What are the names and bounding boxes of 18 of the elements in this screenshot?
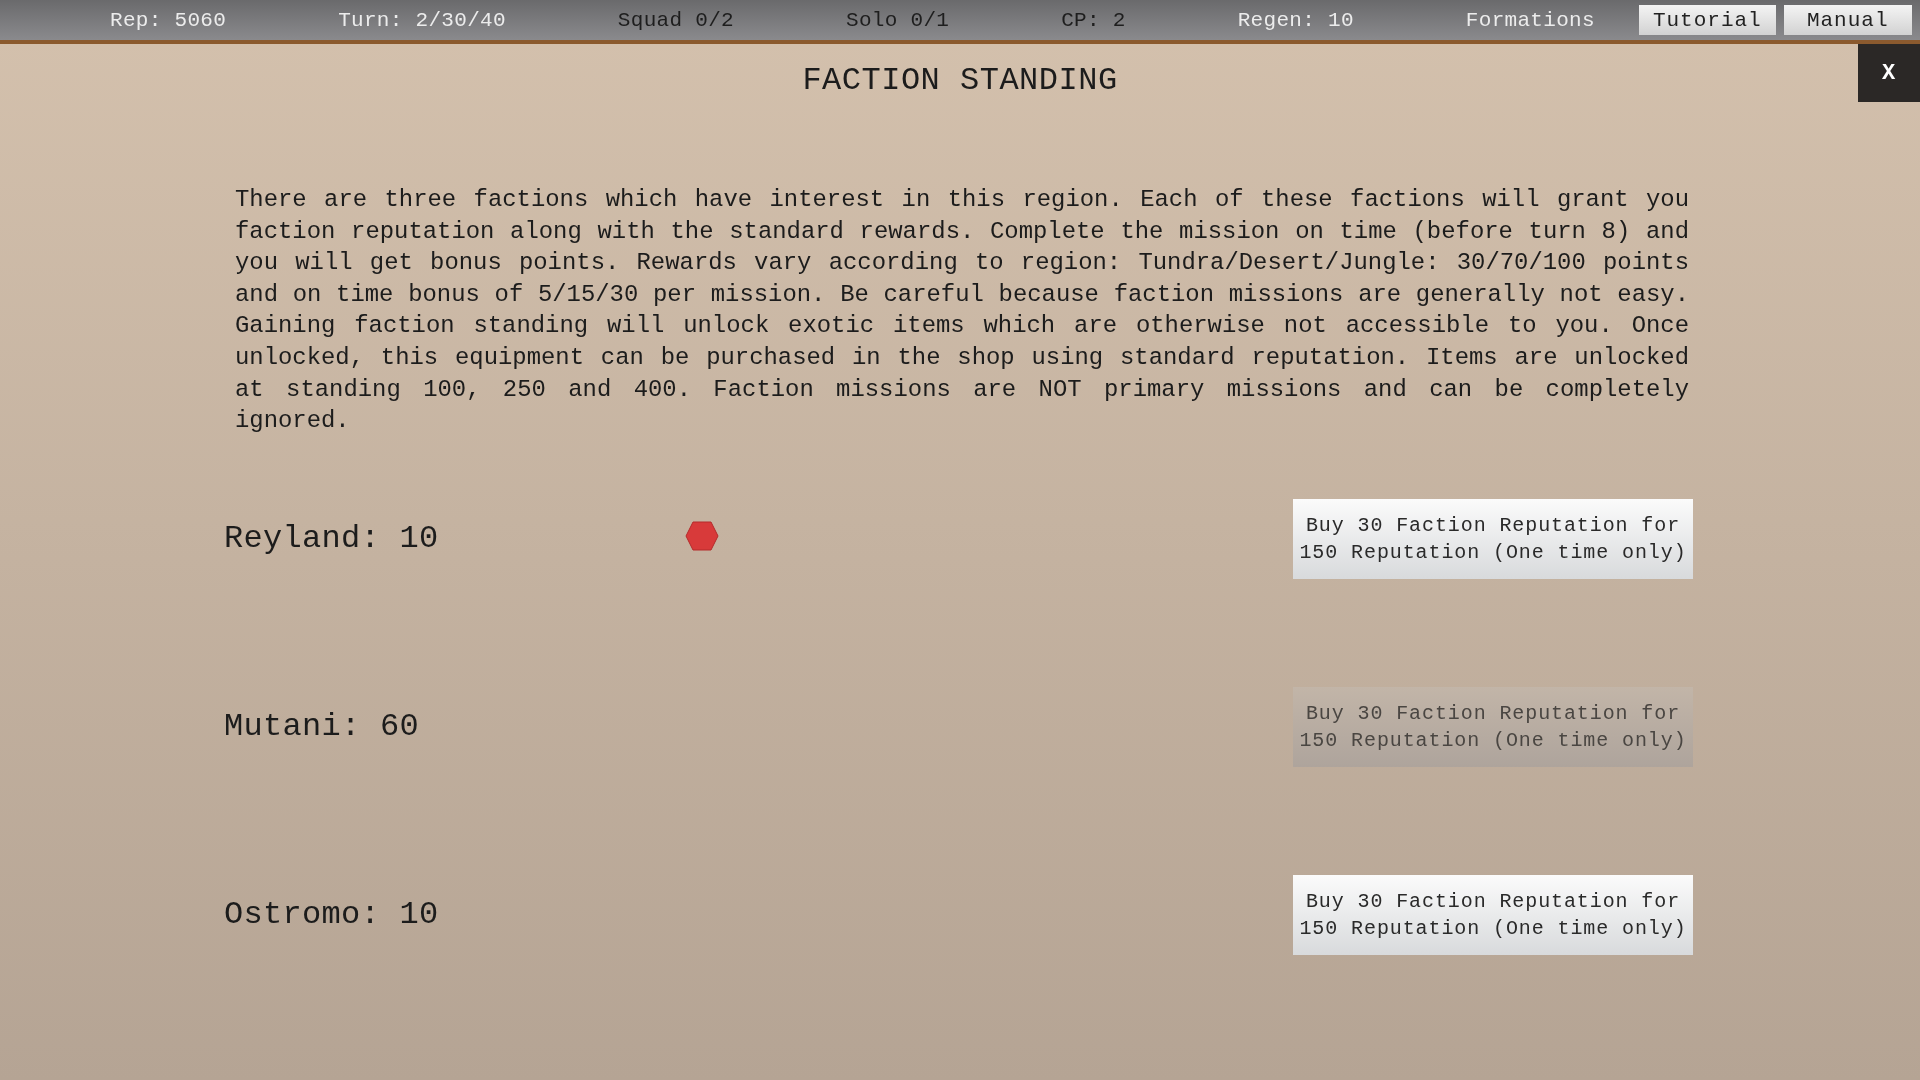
stat-label: Regen: 10 <box>1237 8 1354 32</box>
description-text: There are three factions which have interest in this region. Each of these factions will grant you faction reputation along with the standard rewards. Complete the mission on time (before turn 8) and you will get bonus points. Rewards vary according to region: Tundra/Desert/Jungle: 30/70/100 points and on time bonus of 5/15/30 per mission. Be careful because faction missions are generally not easy. Gaining faction standing will unlock exotic items which are otherwise not accessible to you. Once unlocked, this equipment can be purchased in the shop using standard reputation. Items are unlocked at standing 100, 250 and 400. Faction missions are NOT primary missions and can be completely ignored. <box>235 185 1689 437</box>
stat-label: Squad 0/2 <box>617 8 734 32</box>
menu-button[interactable]: Tutorial <box>1638 5 1776 35</box>
close-button[interactable]: X <box>1858 44 1920 102</box>
faction-standing: Mutani: 60 <box>224 708 420 746</box>
faction-standing: Ostromo: 10 <box>224 896 439 934</box>
stat-label: Formations <box>1465 8 1595 32</box>
buy-button[interactable]: Buy 30 Faction Reputation for 150 Reputation (One time only) <box>1293 874 1693 955</box>
stat-label: Turn: 2/30/40 <box>338 8 506 32</box>
faction-standing: Reyland: 10 <box>224 520 439 558</box>
dialog-title: FACTION STANDING <box>802 61 1118 101</box>
menu-button[interactable]: Manual <box>1783 5 1912 35</box>
buy-button[interactable]: Buy 30 Faction Reputation for 150 Reputation (One time only) <box>1293 498 1693 579</box>
stat-label: Rep: 5060 <box>110 8 227 32</box>
hexagon-icon <box>685 520 719 551</box>
stat-label: Solo 0/1 <box>846 8 950 32</box>
stat-label: CP: 2 <box>1061 8 1126 32</box>
